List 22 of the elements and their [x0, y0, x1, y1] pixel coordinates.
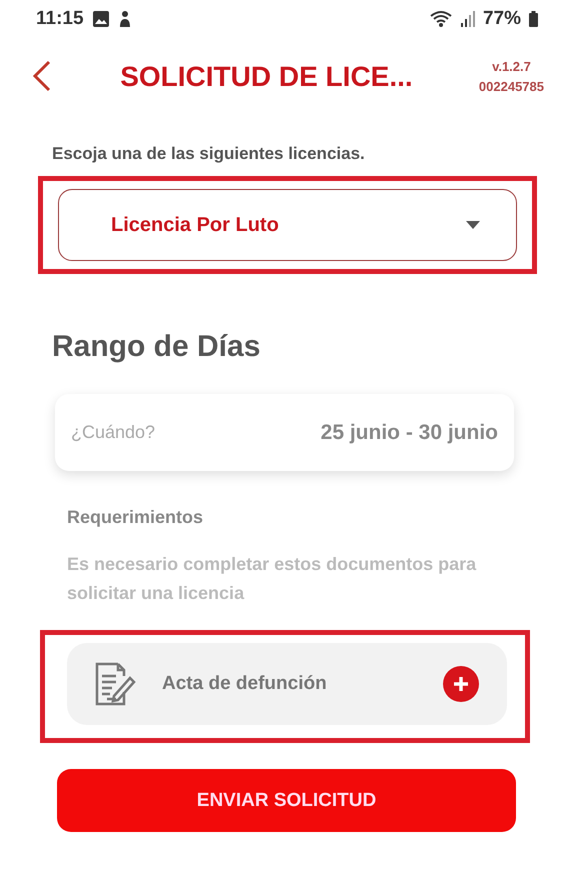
section-heading: Rango de Días [52, 330, 262, 364]
battery-level: 77% [482, 8, 521, 30]
image-icon [92, 10, 110, 28]
add-button[interactable] [443, 666, 479, 702]
back-icon [32, 60, 52, 92]
page-title: SOLICITUD DE LICE... [119, 61, 414, 93]
date-range-field[interactable]: ¿Cuándo? 25 junio - 30 junio [55, 394, 514, 471]
person-icon [118, 10, 132, 28]
wifi-icon [428, 10, 453, 28]
caret-icon [466, 221, 480, 229]
submit-button[interactable]: ENVIAR SOLICITUD [57, 769, 516, 832]
signal-icon [460, 11, 475, 27]
battery-icon [529, 11, 538, 27]
employee-id: 002245785 [478, 78, 544, 96]
instruction-text: Escoja una de las siguientes licencias. [52, 144, 366, 164]
license-dropdown[interactable]: Licencia Por Luto [58, 189, 517, 261]
version-label: v.1.2.7 [491, 58, 532, 76]
status-time: 11:15 [36, 8, 84, 30]
requirements-description: Es necesario completar estos documentos para solicitar una licencia [67, 553, 478, 605]
document-name: Acta de defunción [162, 673, 328, 695]
requirements-heading: Requerimientos [67, 507, 204, 528]
plus-icon [452, 675, 470, 693]
